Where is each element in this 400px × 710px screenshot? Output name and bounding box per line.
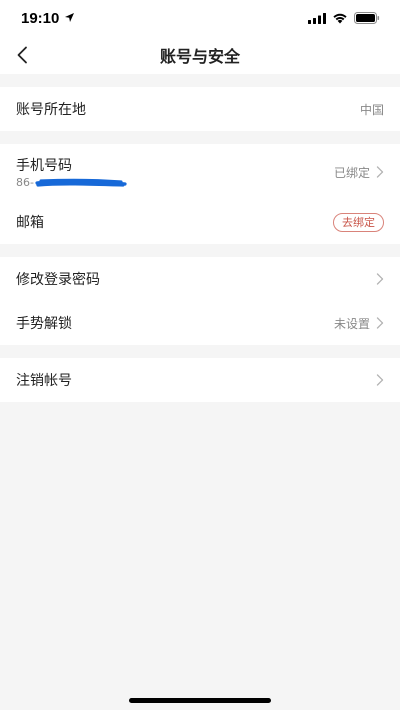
gesture-unlock-status: 未设置 xyxy=(334,315,384,332)
phone-status: 已绑定 xyxy=(334,164,384,181)
cancel-account-row[interactable]: 注销帐号 xyxy=(0,358,400,402)
phone-label: 手机号码 xyxy=(16,158,72,174)
security-group: 修改登录密码 手势解锁 未设置 xyxy=(0,257,400,345)
back-button[interactable] xyxy=(10,43,34,67)
email-label: 邮箱 xyxy=(16,215,44,231)
phone-text: 手机号码 86- xyxy=(16,155,127,189)
phone-number: 86- xyxy=(16,176,127,189)
account-region-label: 账号所在地 xyxy=(16,102,86,118)
account-region-value: 中国 xyxy=(359,102,384,117)
battery-icon xyxy=(354,9,380,28)
email-bind-button[interactable]: 去绑定 xyxy=(333,212,384,232)
home-indicator xyxy=(129,698,271,703)
chevron-right-icon xyxy=(376,317,384,329)
cellular-signal-icon xyxy=(308,9,326,28)
wifi-icon xyxy=(332,9,348,28)
nav-bar: 账号与安全 xyxy=(0,36,400,74)
change-password-label: 修改登录密码 xyxy=(16,272,100,288)
binding-group: 手机号码 86- 已绑定 邮箱 去绑定 xyxy=(0,144,400,244)
location-arrow-icon xyxy=(64,10,75,27)
email-row: 邮箱 去绑定 xyxy=(0,200,400,244)
cancel-group: 注销帐号 xyxy=(0,358,400,402)
phone-status-value: 已绑定 xyxy=(333,165,370,180)
status-time: 19:10 xyxy=(21,9,60,27)
status-time-group: 19:10 xyxy=(21,10,75,27)
account-region-row: 账号所在地 中国 xyxy=(0,87,400,131)
page-title: 账号与安全 xyxy=(159,47,240,66)
cancel-account-label: 注销帐号 xyxy=(16,373,72,389)
gesture-unlock-value: 未设置 xyxy=(333,316,370,331)
change-password-row[interactable]: 修改登录密码 xyxy=(0,257,400,301)
gesture-unlock-row[interactable]: 手势解锁 未设置 xyxy=(0,301,400,345)
chevron-right-icon xyxy=(376,374,384,386)
status-icons xyxy=(308,9,380,28)
region-group: 账号所在地 中国 xyxy=(0,87,400,131)
chevron-right-icon xyxy=(376,273,384,285)
phone-row[interactable]: 手机号码 86- 已绑定 xyxy=(0,144,400,200)
chevron-left-icon xyxy=(17,46,27,64)
chevron-right-icon xyxy=(376,166,384,178)
phone-country-code: 86- xyxy=(16,176,34,189)
status-bar: 19:10 xyxy=(0,0,400,36)
gesture-unlock-label: 手势解锁 xyxy=(16,316,72,332)
redaction-scribble xyxy=(35,178,127,187)
